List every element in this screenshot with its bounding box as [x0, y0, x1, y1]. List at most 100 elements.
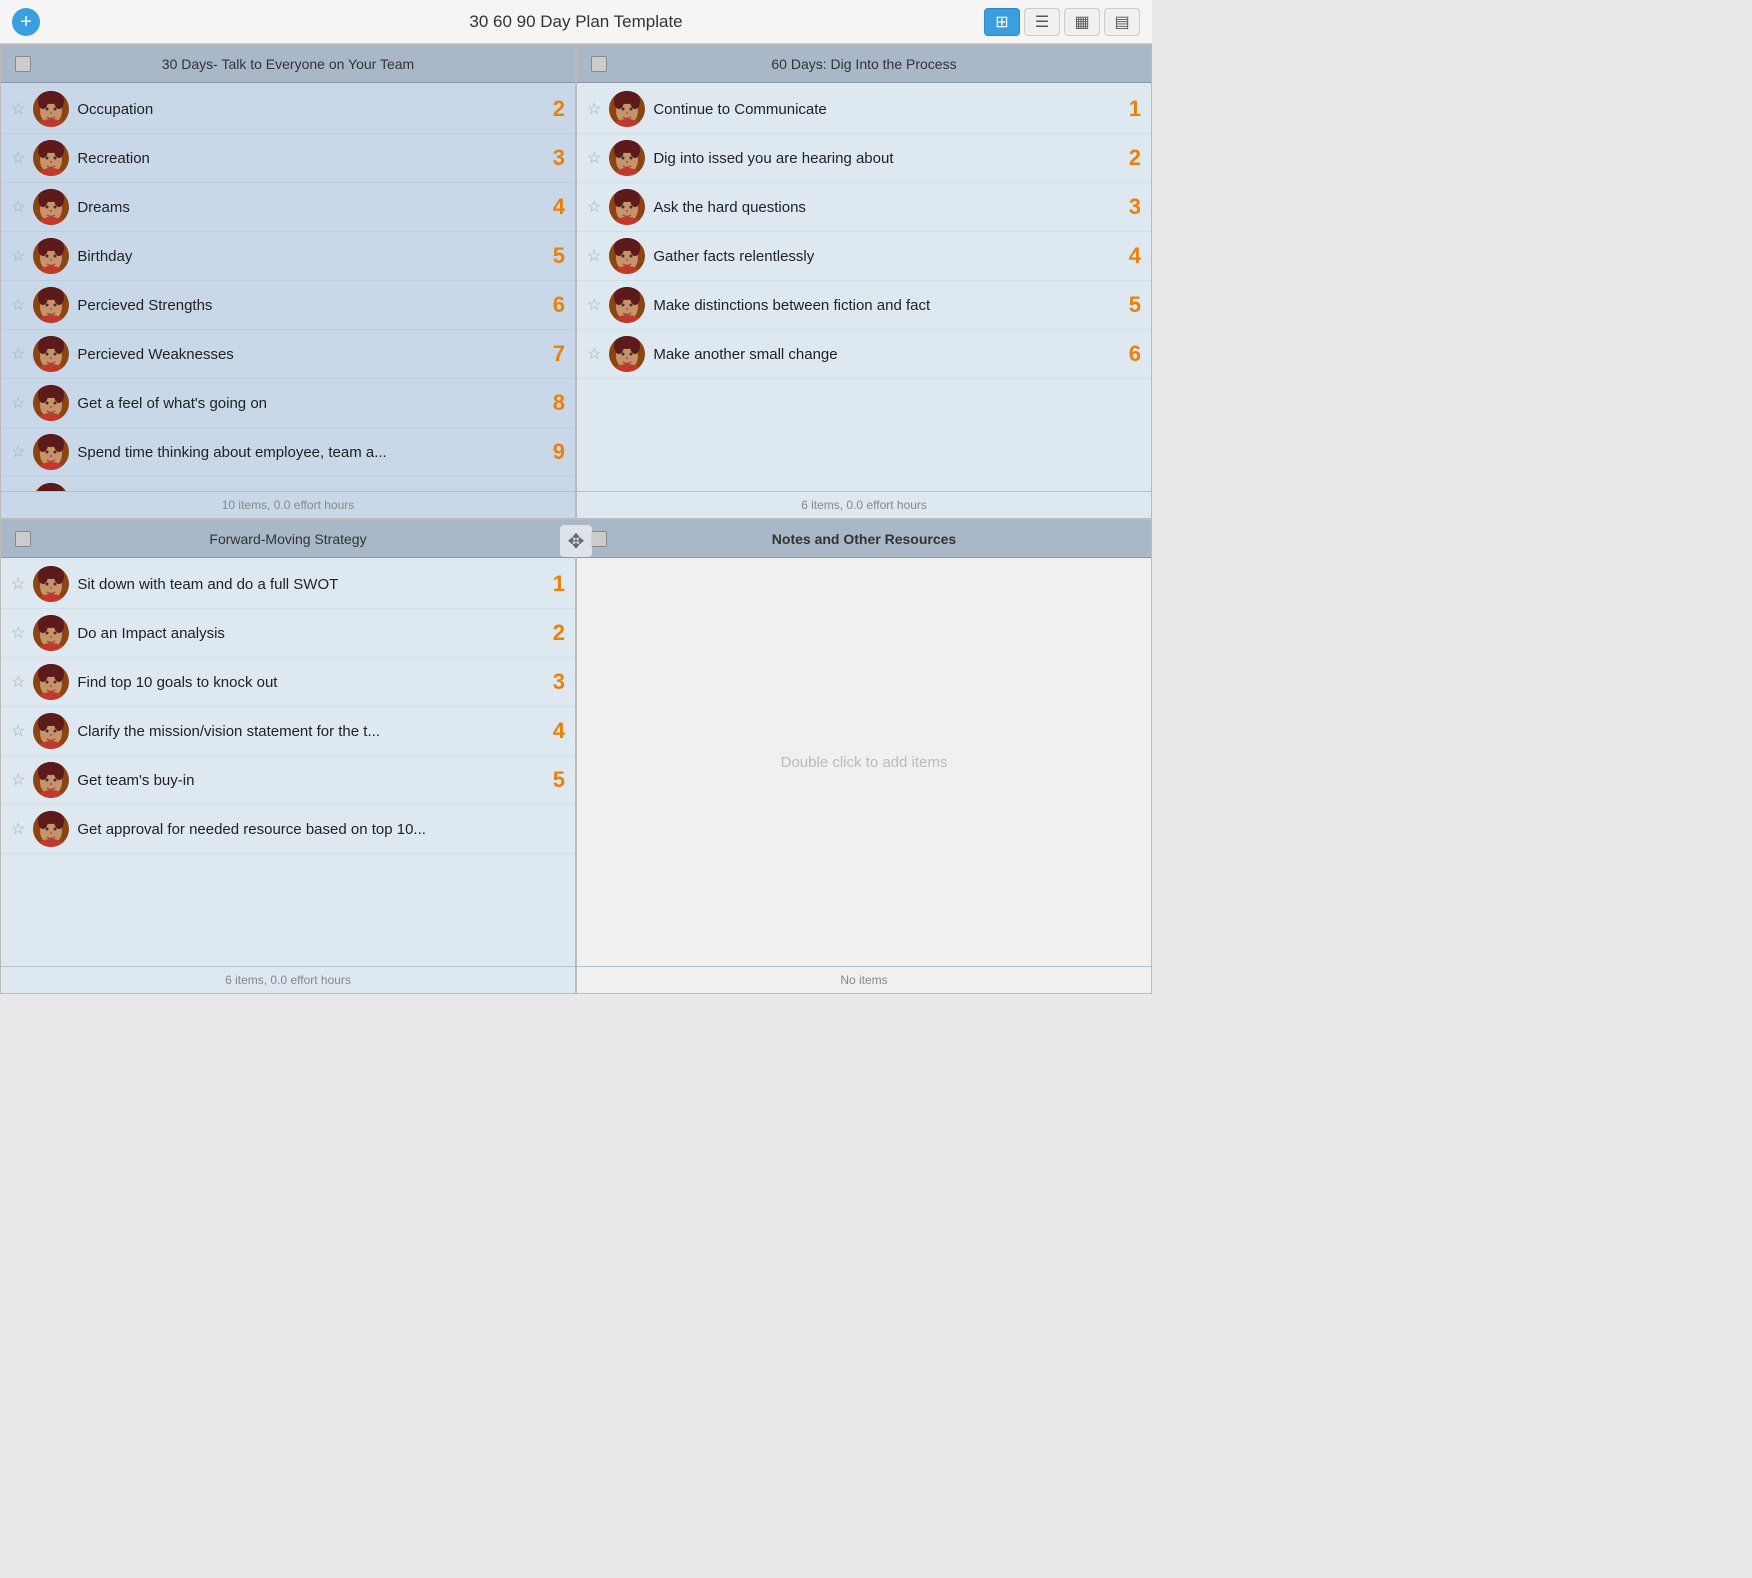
avatar — [33, 189, 69, 225]
avatar — [609, 140, 645, 176]
quadrant-60-days: 60 Days: Dig Into the Process ☆ Continue… — [576, 44, 1152, 519]
title-bar: + 30 60 90 Day Plan Template ⊞ ☰ ▦ ▤ — [0, 0, 1152, 44]
toolbar: ⊞ ☰ ▦ ▤ — [984, 8, 1140, 36]
list-item[interactable]: ☆ Ask the hard questions 3 — [577, 183, 1151, 232]
star-icon[interactable]: ☆ — [11, 574, 25, 594]
star-icon[interactable]: ☆ — [11, 623, 25, 643]
list-item[interactable]: ☆ Get team's buy-in 5 — [1, 756, 575, 805]
star-icon[interactable]: ☆ — [11, 197, 25, 217]
grid-view-icon[interactable]: ⊞ — [984, 8, 1020, 36]
item-text: Do an Impact analysis — [77, 625, 529, 642]
quadrant-30-days: 30 Days- Talk to Everyone on Your Team ☆… — [0, 44, 576, 519]
item-number: 4 — [537, 718, 565, 744]
star-icon[interactable]: ☆ — [587, 99, 601, 119]
list-item[interactable]: ☆ Make distinctions between fiction and … — [577, 281, 1151, 330]
app-title: 30 60 90 Day Plan Template — [469, 12, 682, 32]
star-icon[interactable]: ☆ — [11, 295, 25, 315]
item-text: Gather facts relentlessly — [653, 248, 1105, 265]
quadrant-30-days-content: ☆ Occupation 2 ☆ — [1, 83, 575, 491]
header-checkbox-tr[interactable] — [591, 56, 607, 72]
avatar — [33, 664, 69, 700]
quadrant-60-days-header: 60 Days: Dig Into the Process — [577, 45, 1151, 83]
star-icon[interactable]: ☆ — [11, 672, 25, 692]
list-item[interactable]: ☆ Occupation 2 — [1, 85, 575, 134]
star-icon[interactable]: ☆ — [587, 295, 601, 315]
avatar — [609, 189, 645, 225]
drag-handle[interactable]: ✥ — [560, 525, 592, 557]
avatar — [609, 287, 645, 323]
list-item[interactable]: ☆ Recreation3 — [1, 134, 575, 183]
list-item[interactable]: ☆ Sit down with team and do a full SWOT1 — [1, 560, 575, 609]
item-number: 1 — [537, 571, 565, 597]
item-text: Percieved Strengths — [77, 297, 529, 314]
item-number: 2 — [1113, 145, 1141, 171]
avatar — [609, 91, 645, 127]
notes-empty-message: Double click to add items — [577, 560, 1151, 964]
avatar — [33, 615, 69, 651]
item-number: 2 — [537, 96, 565, 122]
item-text: Make distinctions between fiction and fa… — [653, 297, 1105, 314]
star-icon[interactable]: ☆ — [11, 442, 25, 462]
item-text: Ask the hard questions — [653, 199, 1105, 216]
star-icon[interactable]: ☆ — [587, 344, 601, 364]
star-icon[interactable]: ☆ — [11, 246, 25, 266]
star-icon[interactable]: ☆ — [587, 246, 601, 266]
list-item[interactable]: ☆ Birthday5 — [1, 232, 575, 281]
list-item[interactable]: ☆ Dreams4 — [1, 183, 575, 232]
item-text: Find top 10 goals to knock out — [77, 674, 529, 691]
list-item[interactable]: ☆ Make a small change around something t… — [1, 477, 575, 491]
quadrant-grid: 30 Days- Talk to Everyone on Your Team ☆… — [0, 44, 1152, 994]
add-button[interactable]: + — [12, 8, 40, 36]
list-item[interactable]: ☆ Get approval for needed resource based… — [1, 805, 575, 854]
item-number: 3 — [1113, 194, 1141, 220]
list-item[interactable]: ☆ Percieved Strengths6 — [1, 281, 575, 330]
quadrant-strategy: Forward-Moving Strategy ☆ Sit down with … — [0, 519, 576, 994]
list-item[interactable]: ☆ Clarify the mission/vision statement f… — [1, 707, 575, 756]
star-icon[interactable]: ☆ — [587, 197, 601, 217]
list-item[interactable]: ☆ Continue to Communicate1 — [577, 85, 1151, 134]
item-number: 5 — [537, 243, 565, 269]
quadrant-notes-content[interactable]: Double click to add items — [577, 558, 1151, 966]
star-icon[interactable]: ☆ — [587, 148, 601, 168]
item-number: 5 — [1113, 292, 1141, 318]
header-checkbox-bl[interactable] — [15, 531, 31, 547]
list-item[interactable]: ☆ Do an Impact analysis2 — [1, 609, 575, 658]
item-text: Get team's buy-in — [77, 772, 529, 789]
item-number: 4 — [537, 194, 565, 220]
avatar — [33, 762, 69, 798]
avatar — [33, 713, 69, 749]
item-number: 5 — [537, 767, 565, 793]
list-item[interactable]: ☆ Gather facts relentlessly 4 — [577, 232, 1151, 281]
item-text: Occupation — [77, 101, 529, 118]
item-number: 4 — [1113, 243, 1141, 269]
list-view-icon[interactable]: ☰ — [1024, 8, 1060, 36]
item-text: Continue to Communicate — [653, 101, 1105, 118]
header-checkbox-br[interactable] — [591, 531, 607, 547]
avatar — [33, 287, 69, 323]
star-icon[interactable]: ☆ — [11, 148, 25, 168]
table-view-icon[interactable]: ▤ — [1104, 8, 1140, 36]
list-item[interactable]: ☆ Percieved Weaknesses7 — [1, 330, 575, 379]
avatar — [33, 336, 69, 372]
header-checkbox-tl[interactable] — [15, 56, 31, 72]
avatar — [33, 385, 69, 421]
star-icon[interactable]: ☆ — [11, 770, 25, 790]
quadrant-30-days-header: 30 Days- Talk to Everyone on Your Team — [1, 45, 575, 83]
avatar — [33, 811, 69, 847]
list-item[interactable]: ☆ Make another small change6 — [577, 330, 1151, 379]
list-item[interactable]: ☆ Get a feel of what's going on8 — [1, 379, 575, 428]
list-item[interactable]: ☆ Spend time thinking about employee, te… — [1, 428, 575, 477]
star-icon[interactable]: ☆ — [11, 99, 25, 119]
star-icon[interactable]: ☆ — [11, 393, 25, 413]
avatar — [33, 140, 69, 176]
list-item[interactable]: ☆ Dig into issed you are hearing about2 — [577, 134, 1151, 183]
calendar-view-icon[interactable]: ▦ — [1064, 8, 1100, 36]
star-icon[interactable]: ☆ — [11, 721, 25, 741]
star-icon[interactable]: ☆ — [11, 819, 25, 839]
avatar — [609, 238, 645, 274]
star-icon[interactable]: ☆ — [11, 344, 25, 364]
item-text: Recreation — [77, 150, 529, 167]
list-item[interactable]: ☆ Find top 10 goals to knock out3 — [1, 658, 575, 707]
item-number: 8 — [537, 390, 565, 416]
item-text: Make another small change — [653, 346, 1105, 363]
